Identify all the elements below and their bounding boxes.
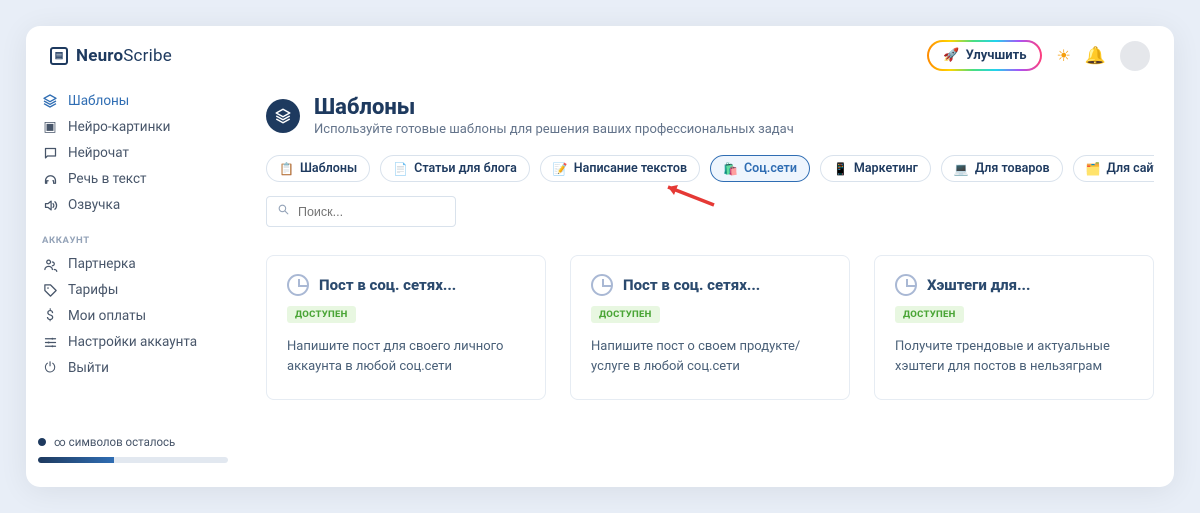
sidebar-item-speech[interactable]: Речь в текст: [26, 167, 240, 191]
chip-icon: 📋: [279, 162, 294, 176]
notifications-icon[interactable]: 🔔: [1085, 46, 1106, 66]
chip-icon: 🗂️: [1086, 162, 1101, 176]
sidebar-item-affiliate[interactable]: Партнерка: [26, 252, 240, 276]
chip-icon: 📝: [553, 162, 568, 176]
sidebar-item-settings[interactable]: Настройки аккаунта: [26, 330, 240, 354]
chip-label: Статьи для блога: [414, 161, 517, 176]
clock-icon: [591, 274, 613, 296]
logo-icon: ▤: [50, 47, 68, 65]
rocket-icon: 🚀: [943, 48, 959, 63]
sidebar-item-pricing[interactable]: Тарифы: [26, 278, 240, 302]
logo-text: NeuroScribe: [76, 46, 172, 66]
body: Шаблоны ▣ Нейро-картинки Нейрочат Речь в…: [26, 83, 1174, 487]
chip-social[interactable]: 🛍️ Соц.сети: [710, 155, 810, 182]
page-title: Шаблоны: [314, 95, 794, 120]
dollar-icon: $: [42, 308, 58, 324]
chip-label: Маркетинг: [854, 161, 918, 176]
chip-icon: 🛍️: [723, 162, 738, 176]
sidebar: Шаблоны ▣ Нейро-картинки Нейрочат Речь в…: [26, 83, 240, 487]
sidebar-item-label: Выйти: [68, 360, 109, 376]
template-card[interactable]: Пост в соц. сетях... ДОСТУПЕН Напишите п…: [266, 255, 546, 400]
upgrade-button[interactable]: 🚀 Улучшить: [927, 40, 1042, 71]
image-icon: ▣: [42, 119, 58, 135]
sidebar-item-images[interactable]: ▣ Нейро-картинки: [26, 115, 240, 139]
chip-site[interactable]: 🗂️ Для сайта: [1073, 155, 1154, 182]
search-icon: [277, 203, 290, 220]
chip-icon: 📱: [833, 162, 848, 176]
template-card[interactable]: Хэштеги для... ДОСТУПЕН Получите трендов…: [874, 255, 1154, 400]
page-header: Шаблоны Используйте готовые шаблоны для …: [266, 95, 1154, 137]
power-icon: ⏻: [42, 360, 58, 376]
chip-label: Соц.сети: [744, 161, 797, 176]
chip-marketing[interactable]: 📱 Маркетинг: [820, 155, 931, 182]
users-icon: [42, 257, 58, 272]
settings-icon: [42, 335, 58, 350]
chip-icon: 💻: [954, 162, 969, 176]
card-desc: Напишите пост о своем продукте/услуге в …: [591, 337, 829, 377]
topbar-right: 🚀 Улучшить ☀ 🔔: [927, 40, 1150, 71]
clock-icon: [895, 274, 917, 296]
status-badge: ДОСТУПЕН: [895, 306, 964, 323]
logo-suffix: Scribe: [123, 46, 172, 66]
tag-icon: [42, 283, 58, 298]
sidebar-item-templates[interactable]: Шаблоны: [26, 89, 240, 113]
sidebar-item-label: Шаблоны: [68, 93, 129, 109]
clock-icon: [287, 274, 309, 296]
chip-icon: 📄: [393, 162, 408, 176]
search-input[interactable]: [298, 205, 445, 219]
logo[interactable]: ▤ NeuroScribe: [50, 46, 172, 66]
headphones-icon: [42, 172, 58, 187]
topbar: ▤ NeuroScribe 🚀 Улучшить ☀ 🔔: [26, 26, 1174, 83]
chip-label: Для товаров: [975, 161, 1050, 176]
sidebar-item-label: Тарифы: [68, 282, 118, 298]
sidebar-item-label: Нейро-картинки: [68, 119, 170, 135]
sidebar-item-label: Настройки аккаунта: [68, 334, 197, 350]
upgrade-label: Улучшить: [966, 48, 1027, 63]
chip-label: Шаблоны: [300, 161, 357, 176]
page-icon: [266, 99, 300, 133]
theme-toggle-icon[interactable]: ☀: [1056, 46, 1070, 65]
sidebar-item-label: Нейрочат: [68, 145, 129, 161]
progress-track: [38, 457, 228, 463]
card-desc: Напишите пост для своего личного аккаунт…: [287, 337, 525, 377]
card-title: Пост в соц. сетях...: [623, 276, 760, 294]
filter-chips: 📋 Шаблоны 📄 Статьи для блога 📝 Написание…: [266, 155, 1154, 182]
progress-fill: [38, 457, 114, 463]
chip-label: Написание текстов: [574, 161, 687, 176]
page-subtitle: Используйте готовые шаблоны для решения …: [314, 122, 794, 137]
symbols-remaining: ∞ символов осталось: [54, 435, 175, 449]
annotation-arrow: [654, 181, 724, 211]
chip-label: Для сайта: [1107, 161, 1154, 176]
sidebar-item-label: Партнерка: [68, 256, 136, 272]
status-badge: ДОСТУПЕН: [591, 306, 660, 323]
sidebar-item-chat[interactable]: Нейрочат: [26, 141, 240, 165]
template-card[interactable]: Пост в соц. сетях... ДОСТУПЕН Напишите п…: [570, 255, 850, 400]
sidebar-item-logout[interactable]: ⏻ Выйти: [26, 356, 240, 380]
card-title: Пост в соц. сетях...: [319, 276, 456, 294]
search-box[interactable]: [266, 196, 456, 227]
speaker-icon: [42, 198, 58, 213]
chat-icon: [42, 146, 58, 161]
chip-writing[interactable]: 📝 Написание текстов: [540, 155, 700, 182]
layers-icon: [42, 93, 58, 109]
card-title: Хэштеги для...: [927, 276, 1030, 294]
sidebar-item-label: Речь в текст: [68, 171, 147, 187]
chip-products[interactable]: 💻 Для товаров: [941, 155, 1063, 182]
chip-templates[interactable]: 📋 Шаблоны: [266, 155, 370, 182]
chip-blog[interactable]: 📄 Статьи для блога: [380, 155, 530, 182]
sidebar-item-label: Мои оплаты: [68, 308, 146, 324]
sidebar-item-label: Озвучка: [68, 197, 120, 213]
sidebar-item-payments[interactable]: $ Мои оплаты: [26, 304, 240, 328]
cards-row: Пост в соц. сетях... ДОСТУПЕН Напишите п…: [266, 255, 1154, 400]
sidebar-bottom: ∞ символов осталось: [26, 425, 240, 477]
sidebar-item-voice[interactable]: Озвучка: [26, 193, 240, 217]
card-desc: Получите трендовые и актуальные хэштеги …: [895, 337, 1133, 377]
avatar[interactable]: [1120, 41, 1150, 71]
content: Шаблоны Используйте готовые шаблоны для …: [240, 83, 1174, 487]
account-heading: АККАУНТ: [26, 219, 240, 250]
status-badge: ДОСТУПЕН: [287, 306, 356, 323]
logo-prefix: Neuro: [76, 46, 123, 66]
status-dot: [38, 438, 46, 446]
app-frame: ▤ NeuroScribe 🚀 Улучшить ☀ 🔔 Шаблоны: [26, 26, 1174, 487]
